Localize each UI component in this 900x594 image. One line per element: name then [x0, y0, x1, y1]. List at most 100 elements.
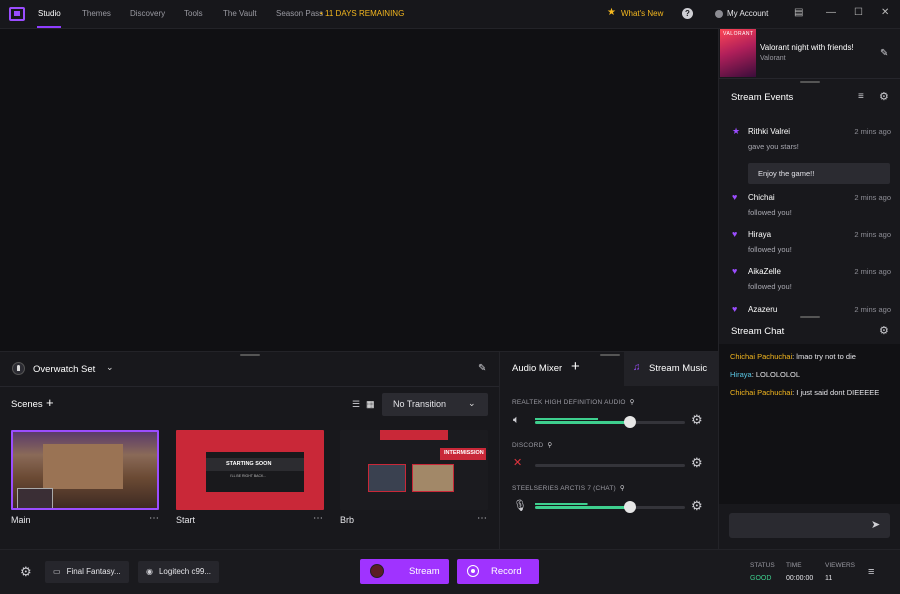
- chat-user[interactable]: Hiraya: [730, 370, 752, 379]
- resize-handle[interactable]: [800, 81, 820, 83]
- filter-icon[interactable]: ≡: [858, 91, 864, 102]
- more-options-icon[interactable]: ⋯: [313, 513, 323, 524]
- volume-fill: [535, 506, 630, 509]
- my-account-button[interactable]: My Account: [715, 9, 768, 18]
- tab-the-vault[interactable]: The Vault: [223, 9, 257, 18]
- resize-handle[interactable]: [600, 354, 620, 356]
- mic-icon[interactable]: 🎙︎: [513, 499, 527, 512]
- send-icon[interactable]: ➤: [871, 518, 880, 531]
- stream-preview[interactable]: [0, 29, 718, 351]
- volume-slider[interactable]: [535, 464, 685, 467]
- stream-chat-title: Stream Chat: [731, 326, 785, 337]
- stream-title: Valorant night with friends!: [760, 43, 854, 52]
- whats-new-label: What's New: [620, 8, 664, 18]
- volume-knob[interactable]: [624, 501, 636, 513]
- event-user: Azazeru: [748, 305, 778, 314]
- scene-graphic: [412, 464, 454, 492]
- event-time: 2 mins ago: [854, 230, 891, 239]
- chat-settings-icon[interactable]: ⚙: [879, 324, 889, 337]
- event-time: 2 mins ago: [854, 193, 891, 202]
- pin-icon[interactable]: ⚲: [630, 399, 635, 406]
- mic-muted-icon[interactable]: ✕: [513, 456, 522, 469]
- edit-stream-info-icon[interactable]: ✎: [880, 48, 888, 59]
- transition-select[interactable]: No Transition ⌄: [382, 393, 488, 416]
- audio-device-name: STEELSERIES ARCTIS 7 (CHAT) ⚲: [512, 484, 625, 492]
- event-reply[interactable]: Enjoy the game!!: [748, 163, 890, 184]
- chat-message: Chichai Pachuchai: I just said dont DIEE…: [730, 388, 880, 397]
- tab-season-pass[interactable]: Season Pass: [276, 9, 323, 18]
- volume-knob[interactable]: [624, 416, 636, 428]
- device-settings-icon[interactable]: ⚙: [691, 455, 703, 471]
- resize-handle[interactable]: [800, 316, 820, 318]
- scene-thumbnail-main[interactable]: [11, 430, 159, 510]
- device-settings-icon[interactable]: ⚙: [691, 412, 703, 428]
- event-user: Chichai: [748, 193, 775, 202]
- event-message: followed you!: [748, 282, 792, 291]
- chat-input[interactable]: [729, 513, 890, 538]
- record-button[interactable]: Record: [457, 559, 539, 584]
- event-message: gave you stars!: [748, 142, 799, 151]
- avatar: [370, 564, 384, 578]
- tab-stream-music[interactable]: ♫ Stream Music: [624, 352, 719, 386]
- heart-icon: ♥: [732, 304, 738, 314]
- edit-collection-icon[interactable]: ✎: [478, 363, 486, 374]
- more-options-icon[interactable]: ⋯: [477, 513, 487, 524]
- device-settings-icon[interactable]: ⚙: [691, 498, 703, 514]
- source-label: Final Fantasy...: [66, 567, 121, 576]
- speaker-icon[interactable]: 🔈︎: [513, 414, 520, 427]
- audio-device-name: REALTEK HIGH DEFINITION AUDIO ⚲: [512, 398, 635, 406]
- tab-discovery[interactable]: Discovery: [130, 9, 165, 18]
- maximize-icon[interactable]: ☐: [854, 7, 863, 18]
- list-view-icon[interactable]: ☰: [352, 399, 360, 410]
- scenes-title: Scenes: [11, 399, 43, 410]
- pin-icon[interactable]: ⚲: [620, 485, 625, 492]
- audio-panel: Audio Mixer + ♫ Stream Music REALTEK HIG…: [499, 351, 719, 549]
- settings-icon[interactable]: ⚙: [20, 564, 32, 580]
- game-thumbnail: VALORANT: [720, 29, 756, 77]
- events-settings-icon[interactable]: ⚙: [879, 90, 889, 103]
- scene-thumbnail-start[interactable]: STARTING SOON I'LL BE RIGHT BACK...: [176, 430, 324, 510]
- top-bar: Studio Themes Discovery Tools The Vault …: [0, 0, 900, 29]
- star-icon: ★: [607, 7, 616, 18]
- add-audio-icon[interactable]: +: [571, 358, 580, 375]
- scene-overlay-text: STARTING SOON: [226, 461, 272, 467]
- events-list[interactable]: ★ Rithki Valrei 2 mins ago gave you star…: [719, 119, 900, 314]
- event-user: AikaZelle: [748, 267, 781, 276]
- minimize-icon[interactable]: —: [826, 7, 836, 18]
- scene-thumbnail-brb[interactable]: INTERMISSION: [340, 430, 488, 510]
- layout-icon[interactable]: ▤: [794, 7, 803, 18]
- level-meter: [535, 503, 685, 505]
- thumbnail-text: VALORANT: [723, 31, 754, 37]
- source-logitech[interactable]: ◉ Logitech c99...: [138, 561, 220, 583]
- scene-name: Brb: [340, 515, 355, 525]
- whats-new-button[interactable]: ★ What's New: [607, 8, 663, 18]
- tab-studio[interactable]: Studio: [38, 9, 61, 18]
- volume-slider[interactable]: [535, 416, 685, 428]
- viewers-value: 11: [825, 575, 833, 582]
- more-options-icon[interactable]: ⋯: [149, 513, 159, 524]
- tab-tools[interactable]: Tools: [184, 9, 203, 18]
- volume-slider[interactable]: [535, 501, 685, 513]
- close-icon[interactable]: ✕: [881, 7, 889, 18]
- app-logo-icon[interactable]: [9, 7, 25, 21]
- add-scene-icon[interactable]: +: [46, 395, 54, 410]
- pin-icon[interactable]: ⚲: [547, 442, 552, 449]
- chat-user[interactable]: Chichai Pachuchai: [730, 388, 792, 397]
- scene-graphic: [380, 430, 448, 440]
- chat-user[interactable]: Chichai Pachuchai: [730, 352, 792, 361]
- chat-message: Chichai Pachuchai: lmao try not to die: [730, 352, 856, 361]
- stream-button[interactable]: Stream: [360, 559, 449, 584]
- source-final-fantasy[interactable]: ▭ Final Fantasy...: [45, 561, 129, 583]
- account-icon: [715, 9, 723, 18]
- stream-info: VALORANT Valorant night with friends! Va…: [719, 29, 900, 79]
- camera-icon: ◉: [146, 567, 153, 576]
- volume-fill: [535, 421, 630, 424]
- tab-audio-mixer[interactable]: Audio Mixer: [512, 363, 562, 374]
- chat-text: LOLOLOLOL: [755, 370, 801, 379]
- scene-collection-name[interactable]: Overwatch Set: [33, 364, 95, 375]
- help-icon[interactable]: ?: [682, 8, 693, 19]
- tab-themes[interactable]: Themes: [82, 9, 111, 18]
- chevron-down-icon[interactable]: ⌄: [106, 362, 114, 373]
- menu-icon[interactable]: ≡: [868, 566, 874, 578]
- grid-view-icon[interactable]: ▦: [366, 399, 375, 410]
